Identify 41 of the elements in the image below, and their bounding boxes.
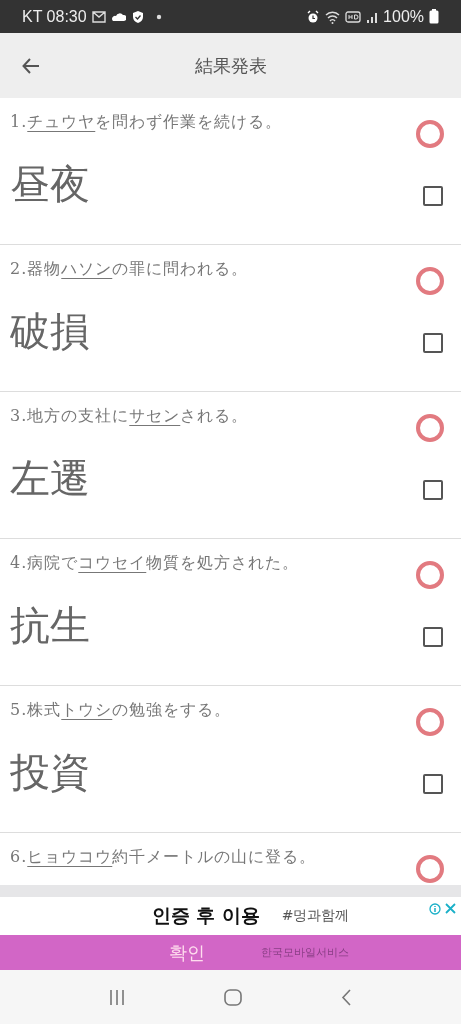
checkbox[interactable] bbox=[423, 185, 443, 206]
home-icon[interactable] bbox=[224, 988, 242, 1006]
question-sentence: 1.チュウヤ を問わず作業を続ける。 bbox=[10, 112, 283, 133]
checkbox[interactable] bbox=[423, 773, 443, 794]
battery-percent: 100% bbox=[383, 7, 424, 26]
answer-text: 投資 bbox=[10, 748, 90, 797]
correct-circle-icon bbox=[415, 560, 445, 590]
alarm-icon bbox=[306, 9, 321, 24]
recent-apps-icon[interactable] bbox=[109, 988, 126, 1006]
question-sentence: 6.ヒョウコウ約千メートルの山に登る。 bbox=[10, 847, 317, 868]
correct-circle-icon bbox=[415, 707, 445, 737]
question-sentence: 2.器物ハソンの罪に問われる。 bbox=[10, 259, 249, 280]
question-sentence: 4.病院でコウセイ物質を処方された。 bbox=[10, 553, 300, 574]
checkbox[interactable] bbox=[423, 626, 443, 647]
question-sentence: 3.地方の支社にサセン される。 bbox=[10, 406, 249, 427]
back-icon[interactable] bbox=[340, 988, 352, 1006]
battery-icon bbox=[429, 9, 439, 24]
info-icon[interactable] bbox=[429, 903, 441, 915]
notification-dot-icon bbox=[155, 13, 162, 20]
answer-text: 破損 bbox=[10, 307, 90, 356]
correct-circle-icon bbox=[415, 119, 445, 149]
ad-hashtag: #멍과함께 bbox=[281, 907, 350, 925]
close-icon[interactable] bbox=[445, 903, 456, 914]
correct-circle-icon bbox=[415, 266, 445, 296]
status-time: KT 08:30 bbox=[22, 7, 87, 26]
answer-text: 昼夜 bbox=[10, 160, 90, 209]
advertiser-name: 한국모바일서비스 bbox=[260, 945, 349, 960]
mail-icon bbox=[91, 9, 106, 24]
ad-headline: 인증 후 이용 bbox=[151, 903, 260, 928]
shield-icon bbox=[130, 9, 145, 24]
checkbox[interactable] bbox=[423, 332, 443, 353]
answer-text: 抗生 bbox=[10, 601, 90, 650]
screen-title: 結果発表 bbox=[194, 53, 267, 78]
checkbox[interactable] bbox=[423, 479, 443, 500]
correct-circle-icon bbox=[415, 413, 445, 443]
hd-icon bbox=[345, 9, 362, 24]
answer-text: 左遷 bbox=[10, 454, 90, 503]
back-arrow-icon bbox=[22, 56, 41, 75]
correct-circle-icon bbox=[415, 854, 445, 884]
question-sentence: 5.株式 トウシの勉強をする。 bbox=[10, 700, 232, 721]
wifi-icon bbox=[325, 9, 341, 24]
